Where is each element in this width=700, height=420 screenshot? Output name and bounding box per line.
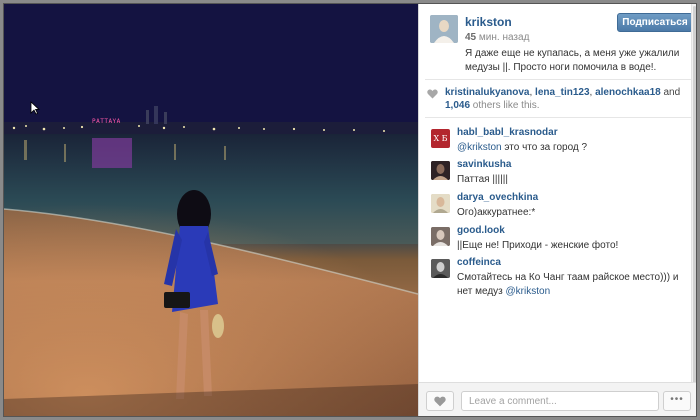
comment-body: это что за город ? bbox=[501, 142, 588, 153]
likes-count[interactable]: 1,046 bbox=[445, 100, 470, 111]
comment-input[interactable] bbox=[461, 391, 659, 411]
post-time-unit: мин. назад bbox=[478, 32, 530, 43]
like-user-link[interactable]: alenochkaa18 bbox=[595, 87, 661, 98]
likes-suffix: others like this. bbox=[470, 100, 540, 111]
avatar-letters: Х Б bbox=[433, 134, 448, 143]
like-button[interactable] bbox=[426, 391, 454, 411]
more-options-button[interactable]: ••• bbox=[663, 391, 691, 411]
avatar[interactable] bbox=[431, 161, 450, 180]
post-time-value: 45 bbox=[465, 32, 477, 43]
avatar[interactable] bbox=[431, 259, 450, 278]
mention-link[interactable]: @krikston bbox=[457, 142, 502, 153]
like-user-link[interactable]: lena_tin123 bbox=[535, 87, 589, 98]
post-caption: Я даже еще не купапась, а меня уже ужали… bbox=[465, 48, 680, 73]
divider bbox=[425, 79, 691, 80]
comment-body: Смотайтесь на Ко Чанг таам райское место… bbox=[457, 272, 679, 297]
photo-scene bbox=[4, 4, 418, 416]
comment-username[interactable]: darya_ovechkina bbox=[457, 192, 538, 203]
avatar[interactable] bbox=[431, 194, 450, 213]
heart-icon bbox=[434, 396, 446, 407]
comment-body: ||Еще не! Приходи - женские фото! bbox=[457, 240, 619, 251]
post-time: 45 мин. назад bbox=[465, 32, 529, 43]
instagram-post-window: PATTAYA krikston 45 мин. назад Подписать… bbox=[3, 3, 697, 417]
comment-username[interactable]: coffeinca bbox=[457, 257, 501, 268]
comment-text: Ого)аккуратнее:* bbox=[457, 206, 683, 220]
comments-scrollbar[interactable] bbox=[691, 4, 696, 388]
avatar[interactable] bbox=[430, 15, 458, 43]
likes-summary: kristinalukyanova, lena_tin123, alenochk… bbox=[425, 86, 689, 112]
comment-footer: ••• bbox=[419, 382, 696, 416]
post-side-panel: krikston 45 мин. назад Подписаться Я даж… bbox=[418, 4, 696, 416]
post-photo[interactable]: PATTAYA bbox=[4, 4, 418, 416]
comment-username[interactable]: habl_babl_krasnodar bbox=[457, 127, 558, 138]
comment-text: Паттая |||||| bbox=[457, 173, 683, 187]
heart-icon bbox=[427, 89, 438, 103]
mention-link[interactable]: @krikston bbox=[506, 286, 551, 297]
city-sign-text: PATTAYA bbox=[92, 118, 121, 125]
comment-username[interactable]: savinkusha bbox=[457, 159, 511, 170]
comment-text: ||Еще не! Приходи - женские фото! bbox=[457, 239, 683, 253]
comment-username[interactable]: good.look bbox=[457, 225, 505, 236]
comment-text: @krikston это что за город ? bbox=[457, 141, 683, 155]
divider bbox=[425, 117, 691, 118]
post-username[interactable]: krikston bbox=[465, 15, 512, 29]
post-header: krikston 45 мин. назад Подписаться Я даж… bbox=[419, 4, 696, 76]
avatar[interactable] bbox=[431, 227, 450, 246]
avatar[interactable]: Х Б bbox=[431, 129, 450, 148]
comment-body: Паттая |||||| bbox=[457, 174, 508, 185]
scrollbar-thumb[interactable] bbox=[693, 6, 696, 386]
follow-button[interactable]: Подписаться bbox=[617, 13, 693, 32]
comment-body: Ого)аккуратнее:* bbox=[457, 207, 536, 218]
comment-text: Смотайтесь на Ко Чанг таам райское место… bbox=[457, 271, 683, 299]
like-user-link[interactable]: kristinalukyanova bbox=[445, 87, 529, 98]
likes-and: and bbox=[660, 87, 681, 98]
